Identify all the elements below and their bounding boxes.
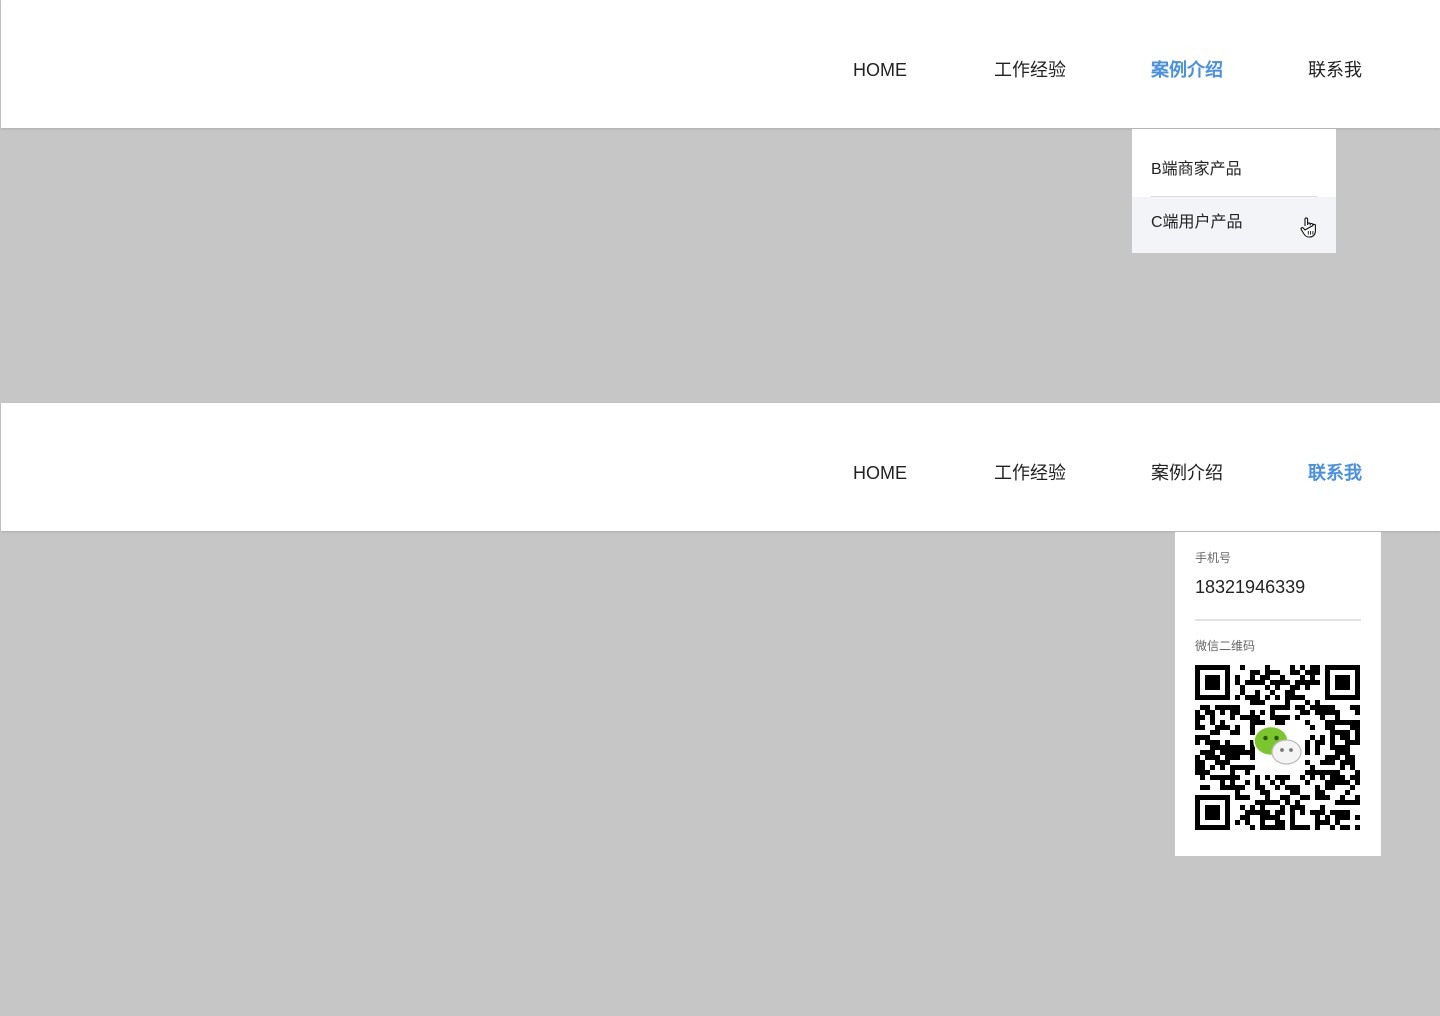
contact-panel: 手机号 18321946339 微信二维码 — [1175, 532, 1381, 856]
nav-cases-link[interactable]: 案例介绍 — [1151, 58, 1223, 82]
dropdown-item-label: C端用户产品 — [1151, 214, 1243, 231]
nav-home-link[interactable]: HOME — [853, 461, 907, 485]
hand-pointer-cursor-icon — [1300, 217, 1316, 238]
nav-contact-link[interactable]: 联系我 — [1308, 58, 1362, 82]
dropdown-item-b-products[interactable]: B端商家产品 — [1132, 129, 1336, 197]
nav-work-experience-link[interactable]: 工作经验 — [994, 58, 1066, 82]
nav-home-link[interactable]: HOME — [853, 58, 907, 82]
phone-label: 手机号 — [1195, 551, 1232, 565]
wechat-qr-label: 微信二维码 — [1195, 639, 1256, 653]
dropdown-item-label: B端商家产品 — [1151, 161, 1242, 178]
wechat-qr-code-icon — [1195, 665, 1360, 830]
nav-cases-link[interactable]: 案例介绍 — [1151, 461, 1223, 485]
nav-work-experience-link[interactable]: 工作经验 — [994, 461, 1066, 485]
top-navbar: HOME 工作经验 案例介绍 联系我 — [1, 0, 1440, 128]
bottom-navbar: HOME 工作经验 案例介绍 联系我 — [1, 403, 1440, 531]
phone-number: 18321946339 — [1195, 577, 1306, 597]
nav-contact-link[interactable]: 联系我 — [1308, 461, 1362, 485]
contact-divider — [1195, 619, 1361, 621]
